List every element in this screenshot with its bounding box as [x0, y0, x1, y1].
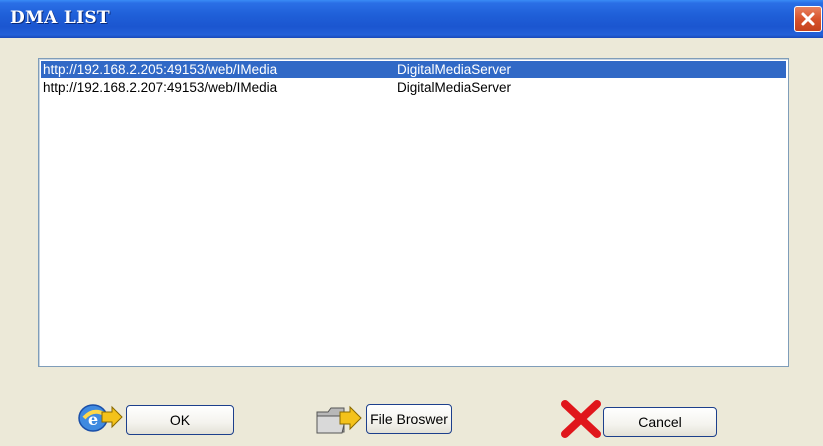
dialog-window: DMA LIST http://192.168.2.205:49153/web/…	[0, 0, 823, 446]
red-x-icon	[561, 400, 601, 438]
svg-text:e: e	[88, 410, 98, 429]
window-title: DMA LIST	[10, 8, 110, 28]
file-browser-button[interactable]: File Broswer	[366, 404, 452, 434]
list-item-name: DigitalMediaServer	[397, 80, 512, 95]
ok-button[interactable]: OK	[126, 405, 234, 435]
close-icon	[801, 12, 815, 26]
list-item[interactable]: http://192.168.2.207:49153/web/IMedia Di…	[41, 79, 786, 96]
cancel-button[interactable]: Cancel	[603, 407, 717, 437]
list-item-url: http://192.168.2.207:49153/web/IMedia	[43, 80, 278, 95]
title-bar[interactable]: DMA LIST	[0, 0, 823, 38]
list-item[interactable]: http://192.168.2.205:49153/web/IMedia Di…	[41, 61, 786, 78]
list-item-url: http://192.168.2.205:49153/web/IMedia	[43, 62, 278, 77]
dma-listbox[interactable]: http://192.168.2.205:49153/web/IMedia Di…	[38, 58, 789, 367]
folder-arrow-icon	[316, 405, 362, 434]
ie-globe-arrow-icon: e	[78, 404, 123, 432]
list-item-name: DigitalMediaServer	[397, 62, 512, 77]
close-button[interactable]	[794, 6, 822, 32]
